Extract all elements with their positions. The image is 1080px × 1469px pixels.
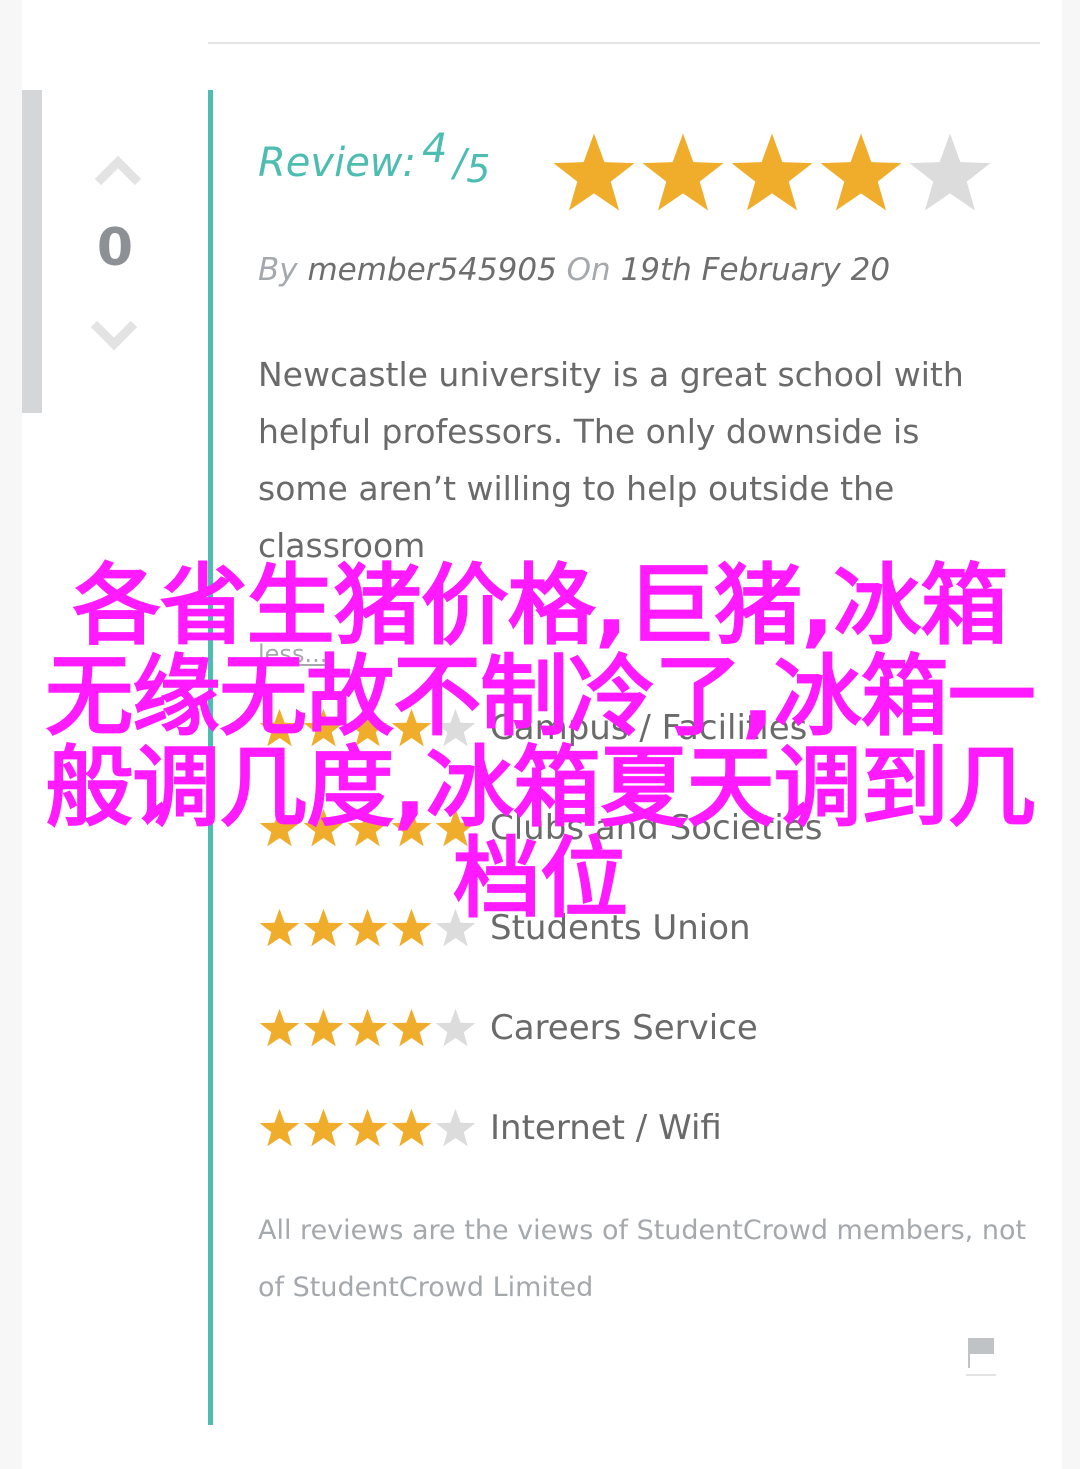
byline-by: By (258, 252, 298, 288)
filled-star-icon (303, 1108, 344, 1146)
filled-star-icon (820, 133, 902, 211)
filled-star-icon (391, 1008, 432, 1046)
review-score: 4 (422, 126, 448, 172)
byline-on: On (566, 252, 611, 288)
report-flag-icon[interactable] (966, 1334, 996, 1378)
review-label: Review: (258, 140, 416, 186)
disclaimer: All reviews are the views of StudentCrow… (258, 1215, 1027, 1303)
review-date: 19th February 20 (620, 252, 891, 288)
category-rating-row: Internet / Wifi (258, 1105, 722, 1151)
filled-star-icon (347, 1008, 388, 1046)
filled-star-icon (259, 1108, 300, 1146)
category-label: Careers Service (490, 1008, 758, 1048)
category-star-rating (258, 1007, 488, 1050)
vote-bar (22, 90, 42, 413)
category-label: Internet / Wifi (490, 1108, 722, 1148)
empty-star-icon (909, 133, 991, 211)
filled-star-icon (642, 133, 724, 211)
downvote-arrow-icon[interactable] (90, 318, 138, 354)
filled-star-icon (259, 1008, 300, 1046)
review-body: Newcastle university is a great school w… (258, 355, 964, 565)
review-out-of: 5 (466, 147, 491, 191)
empty-star-icon (435, 1108, 476, 1146)
author-link[interactable]: member545905 (307, 252, 556, 288)
overall-star-rating (550, 130, 995, 220)
category-rating-row: Careers Service (258, 1005, 758, 1051)
category-star-rating (258, 1107, 488, 1150)
byline: By member545905 On 19th February 20 (258, 252, 890, 288)
top-divider (208, 42, 1040, 44)
filled-star-icon (303, 1008, 344, 1046)
review-score-heading: Review: 4/5 (258, 126, 490, 191)
filled-star-icon (347, 1108, 388, 1146)
filled-star-icon (391, 1108, 432, 1146)
vote-count: 0 (96, 218, 134, 278)
overlay-headline: 各省生猪价格,巨猪,冰箱无缘无故不制冷了,冰箱一般调几度,冰箱夏天调到几档位 (45, 554, 1035, 930)
filled-star-icon (553, 133, 635, 211)
review-slash: / (453, 141, 467, 185)
empty-star-icon (435, 1008, 476, 1046)
filled-star-icon (731, 133, 813, 211)
upvote-arrow-icon[interactable] (94, 152, 142, 188)
